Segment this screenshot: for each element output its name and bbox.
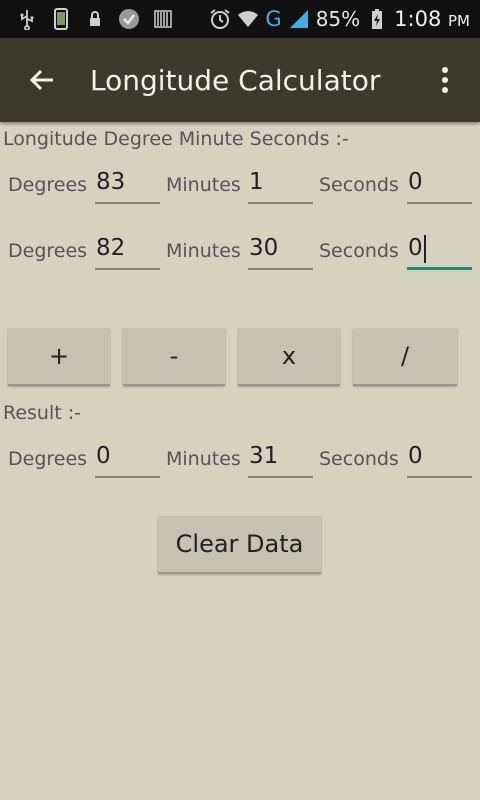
check-icon [118,8,140,30]
clock: 1:08 PM [394,7,470,31]
result-degrees-field[interactable]: 0 [95,438,160,478]
minutes-input-2[interactable]: 30 [248,230,313,270]
network-type: G [265,7,282,31]
degrees-label: Degrees [8,448,88,470]
seconds-input-2-value: 0 [408,235,423,261]
seconds-label: Seconds [319,448,399,470]
wifi-icon [237,8,259,30]
degrees-input-2[interactable]: 82 [95,230,160,270]
input-row-1: Degrees 83 Minutes 1 Seconds 0 [0,162,480,232]
input-section-label: Longitude Degree Minute Seconds :- [3,128,349,150]
lock-icon [84,8,106,30]
degrees-label: Degrees [8,240,88,262]
result-section-label: Result :- [3,402,82,424]
minutes-input-1[interactable]: 1 [248,164,313,204]
text-cursor [423,234,426,263]
seconds-label: Seconds [319,174,399,196]
signal-icon [288,8,310,30]
degrees-label: Degrees [8,174,88,196]
seconds-input-1[interactable]: 0 [407,164,472,204]
clear-data-button[interactable]: Clear Data [158,516,321,574]
input-row-2: Degrees 82 Minutes 30 Seconds 0 [0,228,480,298]
multiply-button[interactable]: x [238,328,340,386]
status-bar: G 85% 1:08 PM [0,0,480,38]
minutes-label: Minutes [166,448,241,470]
minutes-label: Minutes [166,240,241,262]
divide-button[interactable]: / [353,328,457,386]
alarm-icon [209,8,231,30]
seconds-input-2[interactable]: 0 [407,230,472,270]
arrow-back-icon [29,69,53,91]
seconds-label: Seconds [319,240,399,262]
minutes-label: Minutes [166,174,241,196]
barcode-icon [152,8,174,30]
add-button[interactable]: + [8,328,110,386]
degrees-input-1[interactable]: 83 [95,164,160,204]
usb-icon [16,8,38,30]
battery-icon [366,8,388,30]
result-row: Degrees 0 Minutes 31 Seconds 0 [0,436,480,506]
result-minutes-field[interactable]: 31 [248,438,313,478]
result-seconds-field[interactable]: 0 [407,438,472,478]
more-vert-icon [442,67,448,93]
toolbar: Longitude Calculator [0,38,480,122]
overflow-menu-button[interactable] [410,38,480,122]
subtract-button[interactable]: - [123,328,225,386]
back-button[interactable] [0,38,84,122]
battery-percent: 85% [315,7,361,31]
page-title: Longitude Calculator [90,63,381,97]
phone-icon [50,8,72,30]
